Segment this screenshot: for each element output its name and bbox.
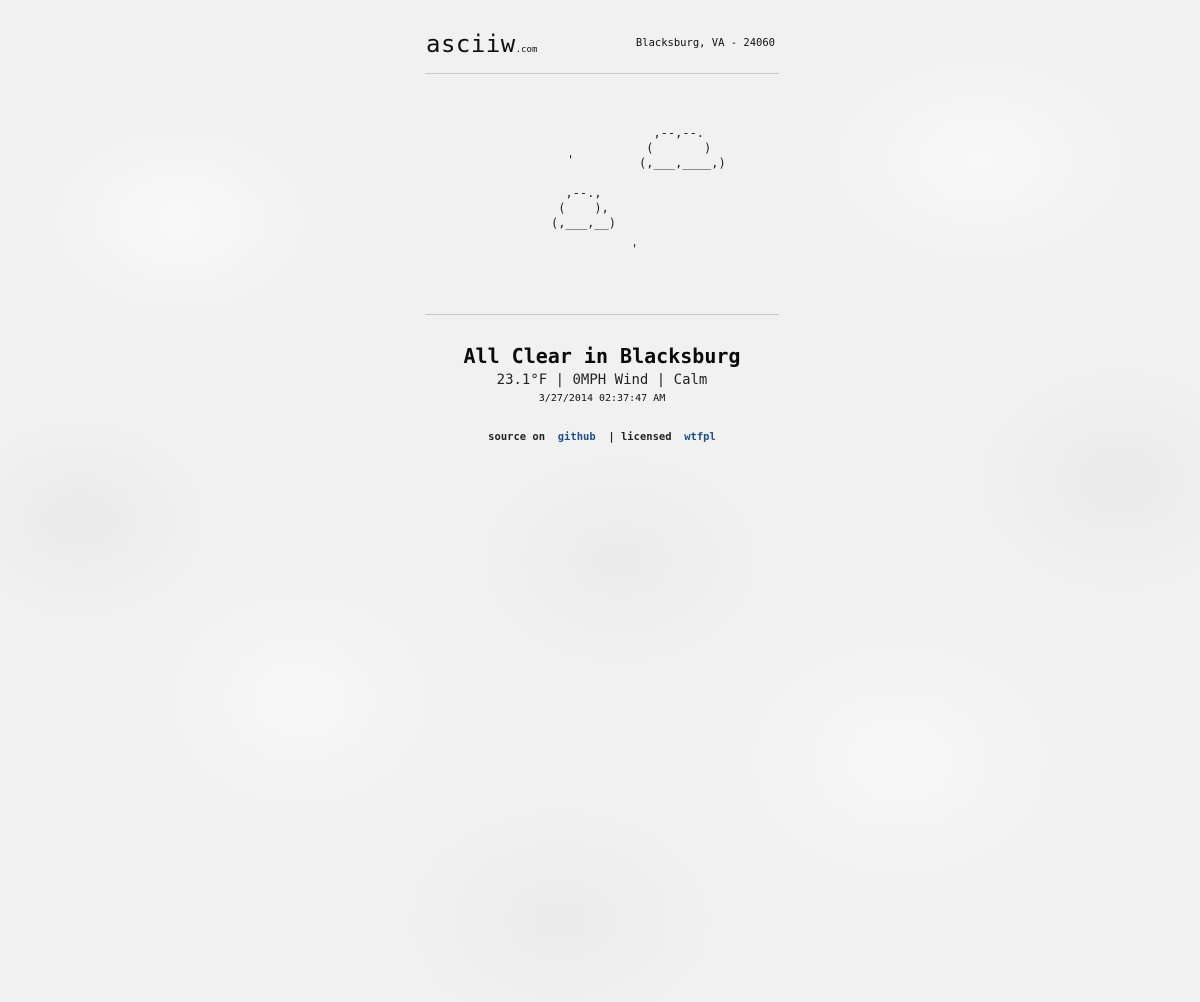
main-container: asciiw.com Blacksburg, VA - 24060 ,--,--…	[425, 0, 779, 444]
weather-summary: All Clear in Blacksburg 23.1°F | 0MPH Wi…	[425, 315, 779, 405]
site-logo[interactable]: asciiw.com	[426, 30, 537, 64]
ascii-weather-art: ,--,--. ( ) (,___,____,) ' ,--., ( ), (,…	[425, 74, 779, 315]
wtfpl-link[interactable]: wtfpl	[684, 431, 716, 443]
header: asciiw.com Blacksburg, VA - 24060	[425, 0, 779, 74]
weather-timestamp: 3/27/2014 02:37:47 AM	[538, 393, 666, 404]
footer-license-text: licensed	[620, 431, 672, 443]
ascii-star-left: '	[567, 153, 575, 167]
location-label: Blacksburg, VA - 24060	[635, 37, 775, 49]
footer-separator: |	[608, 431, 615, 443]
weather-conditions: 23.1°F | 0MPH Wind | Calm	[496, 372, 708, 388]
footer-source-text: source on	[488, 431, 546, 443]
ascii-star-bottom: '	[631, 242, 639, 256]
footer: source on github | licensed wtfpl	[425, 430, 779, 444]
logo-tld-text: .com	[515, 45, 538, 55]
logo-main-text: asciiw	[426, 30, 516, 58]
ascii-cloud-small: ,--., ( ), (,___,__)	[551, 186, 617, 230]
ascii-cloud-large: ,--,--. ( ) (,___,____,)	[639, 126, 726, 170]
weather-title: All Clear in Blacksburg	[463, 344, 741, 368]
github-link[interactable]: github	[558, 431, 596, 443]
